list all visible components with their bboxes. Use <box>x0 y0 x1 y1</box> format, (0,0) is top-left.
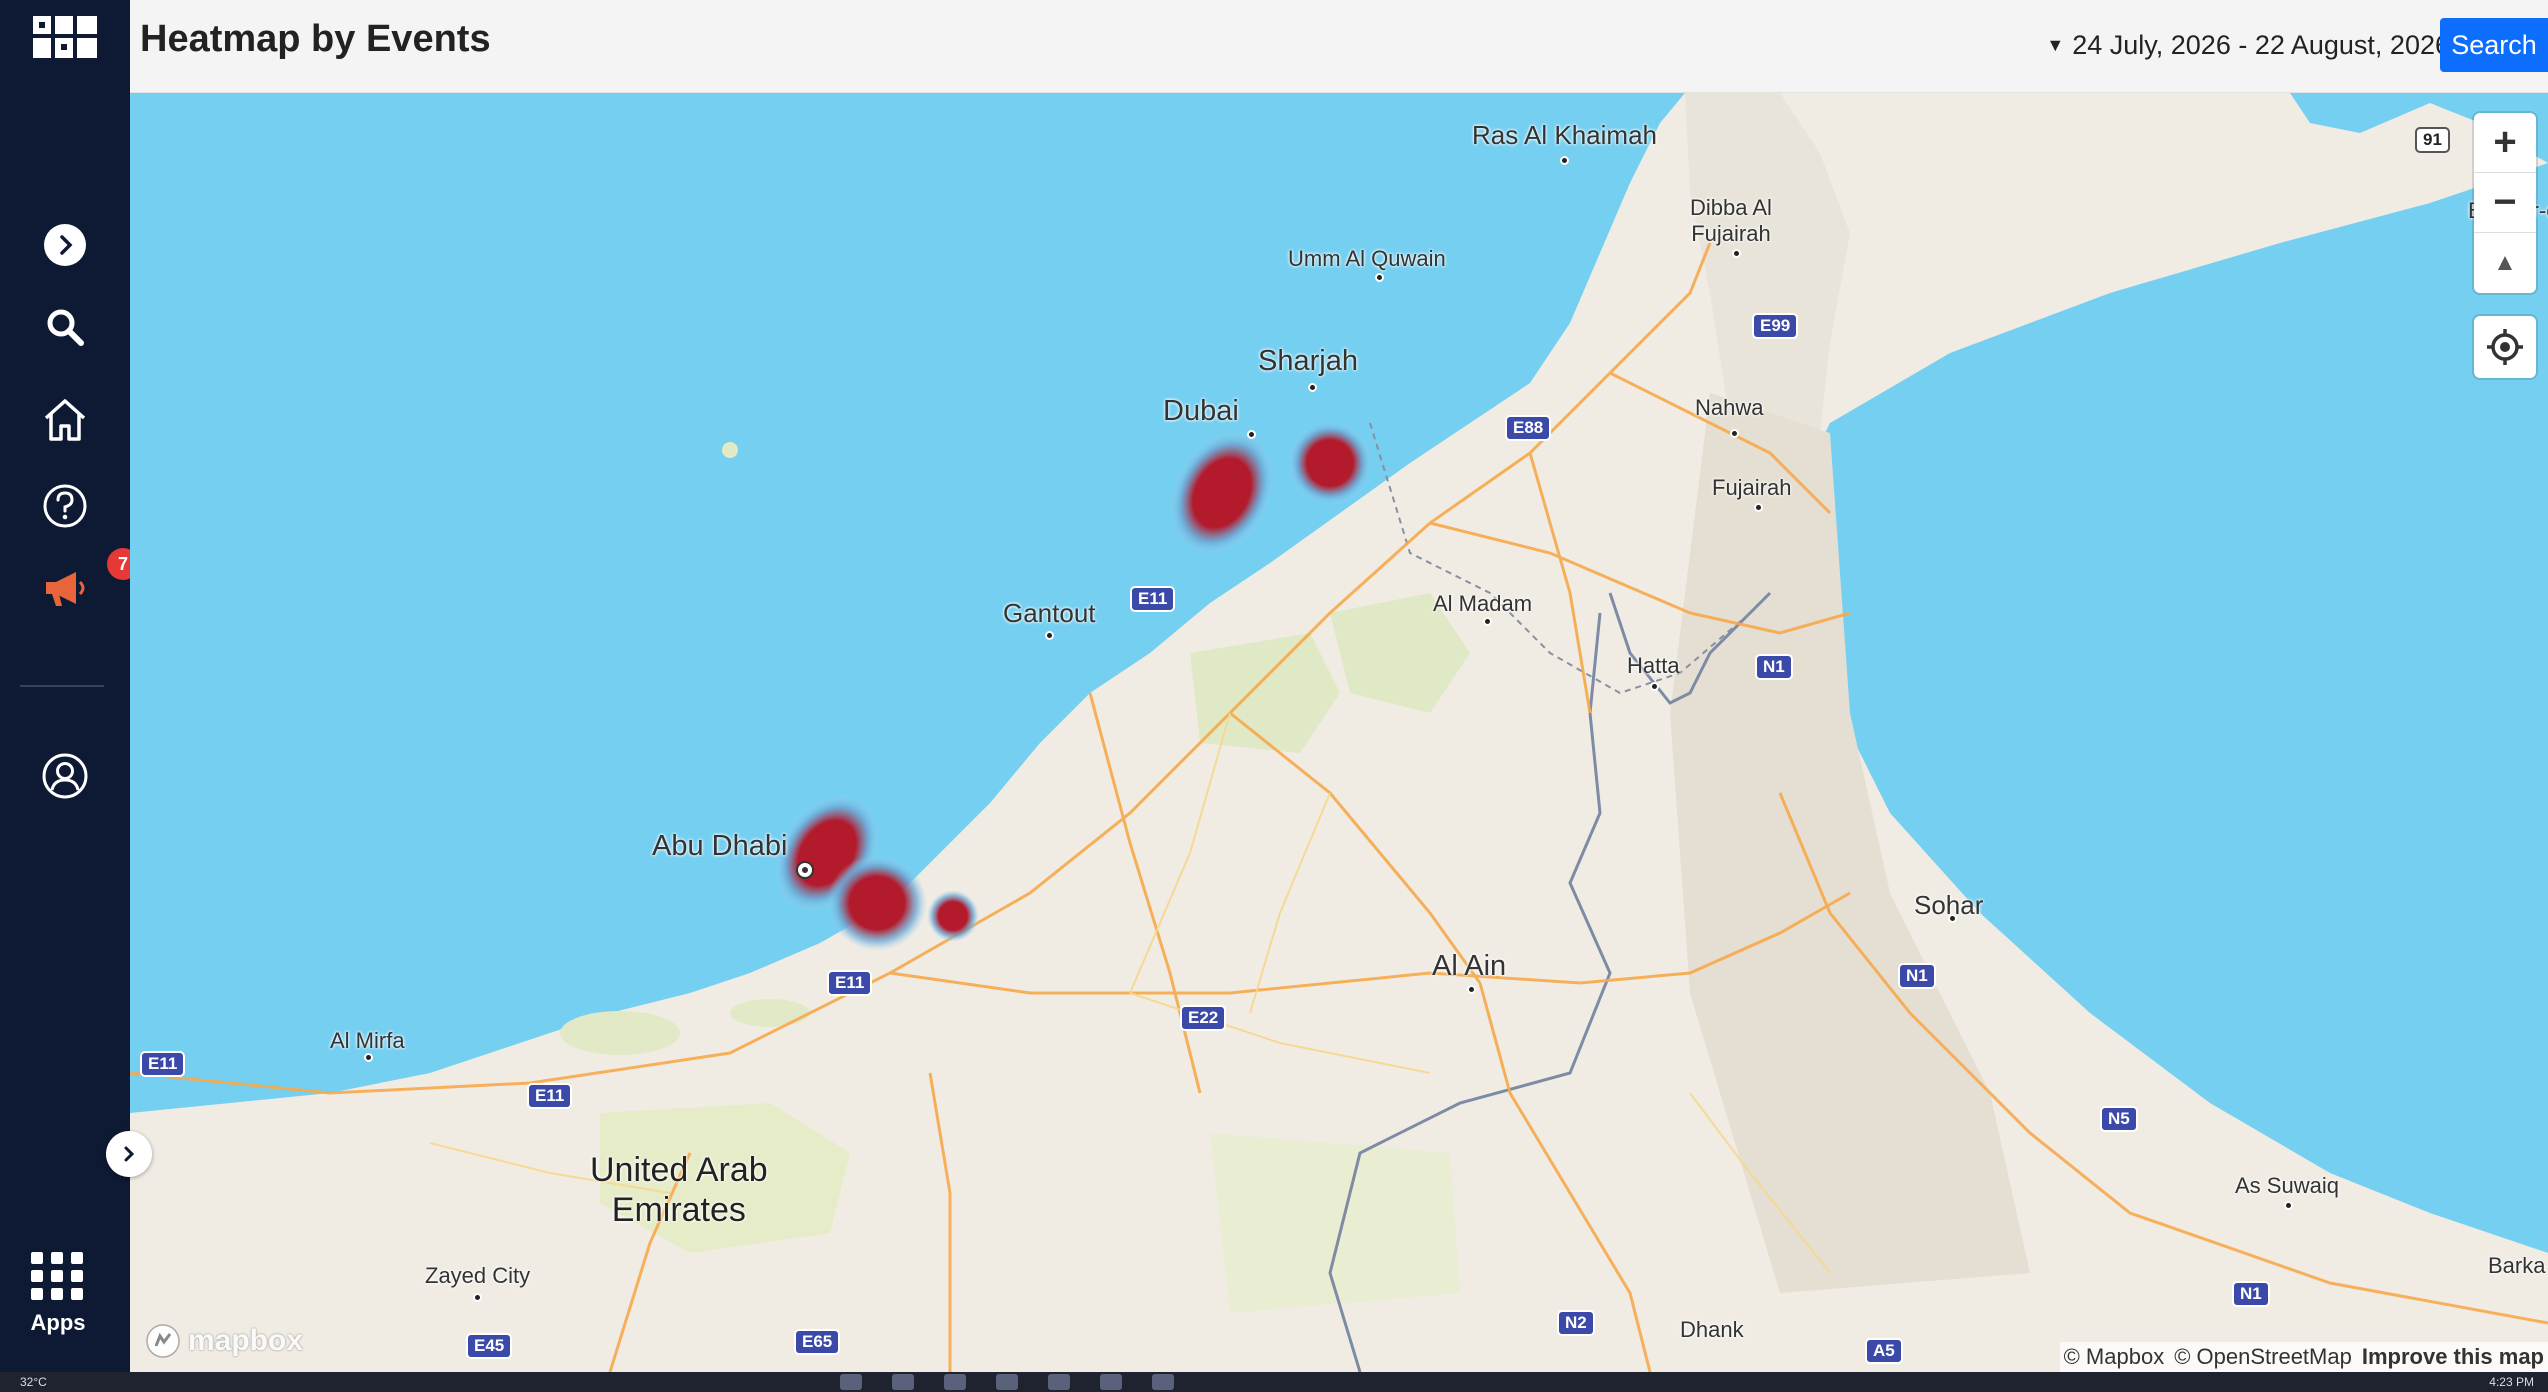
zoom-out-button[interactable]: − <box>2474 173 2536 233</box>
zoom-control: + − ▲ <box>2474 113 2536 293</box>
city-dot <box>1247 430 1256 439</box>
label-zayed-city: Zayed City <box>425 1263 531 1288</box>
label-gantout: Gantout <box>1003 598 1096 628</box>
date-range-text: 24 July, 2026 - 22 August, 2026 <box>2072 30 2450 60</box>
label-nahwa: Nahwa <box>1695 395 1764 420</box>
city-dot <box>1483 617 1492 626</box>
map-attribution: © Mapbox © OpenStreetMap Improve this ma… <box>2059 1342 2548 1372</box>
road-shield: E11 <box>140 1051 186 1077</box>
label-sohar: Sohar <box>1914 890 1984 920</box>
city-dot <box>1308 383 1317 392</box>
label-umm-al-quwain: Umm Al Quwain <box>1288 246 1446 271</box>
taskbar-clock[interactable]: 4:23 PM <box>2489 1375 2534 1389</box>
mapbox-logo[interactable]: mapbox <box>144 1322 303 1360</box>
page-title: Heatmap by Events <box>140 18 491 60</box>
app-root: 7 Apps Heatmap by Events ▼ 24 July, 2026… <box>0 0 2548 1392</box>
taskbar-start-icon[interactable] <box>840 1374 862 1390</box>
road-shield: E22 <box>1180 1005 1227 1031</box>
crosshair-icon <box>2487 329 2523 365</box>
road-shield: A5 <box>1865 1338 1903 1364</box>
road-shield: E11 <box>527 1083 573 1109</box>
road-shield: E45 <box>466 1333 513 1359</box>
city-dot <box>1045 631 1054 640</box>
label-barka: Barka <box>2488 1253 2546 1278</box>
date-range-picker[interactable]: ▼ 24 July, 2026 - 22 August, 2026 <box>2046 30 2450 61</box>
taskbar-search-icon[interactable] <box>892 1374 914 1390</box>
map-base-layer <box>130 93 2548 1372</box>
label-ras-al-khaimah: Ras Al Khaimah <box>1472 120 1657 150</box>
taskbar-app-icon[interactable] <box>944 1374 966 1390</box>
road-shield: N1 <box>1898 963 1936 989</box>
label-as-suwaiq: As Suwaiq <box>2235 1173 2339 1198</box>
label-dibba: Dibba Al Fujairah <box>1690 195 1772 246</box>
compass-button[interactable]: ▲ <box>2474 233 2536 293</box>
label-al-ain: Al Ain <box>1432 950 1507 982</box>
city-dot <box>1730 429 1739 438</box>
os-taskbar: 32°C 4:23 PM <box>0 1372 2548 1392</box>
label-sharjah: Sharjah <box>1258 345 1358 377</box>
label-dubai: Dubai <box>1163 395 1239 427</box>
label-abu-dhabi: Abu Dhabi <box>652 830 788 862</box>
improve-map-link[interactable]: Improve this map <box>2362 1344 2544 1370</box>
label-al-madam: Al Madam <box>1433 591 1533 616</box>
attribution-mapbox[interactable]: © Mapbox <box>2064 1344 2165 1370</box>
mapbox-icon <box>146 1324 180 1358</box>
road-shield: E11 <box>1130 586 1176 612</box>
label-fujairah: Fujairah <box>1712 475 1792 500</box>
chevron-right-icon <box>124 1146 135 1162</box>
taskbar-app-icon[interactable] <box>1048 1374 1070 1390</box>
road-shield: E99 <box>1752 313 1799 339</box>
road-shield: E65 <box>794 1329 841 1355</box>
taskbar-app-icon[interactable] <box>1152 1374 1174 1390</box>
taskbar-weather[interactable]: 32°C <box>20 1375 47 1389</box>
home-icon[interactable] <box>0 394 130 446</box>
label-dhank: Dhank <box>1680 1317 1744 1342</box>
help-icon[interactable] <box>0 480 130 532</box>
search-button[interactable]: Search <box>2440 18 2548 72</box>
zoom-in-button[interactable]: + <box>2474 113 2536 173</box>
road-shield: E88 <box>1505 415 1552 441</box>
taskbar-app-icon[interactable] <box>1100 1374 1122 1390</box>
logo-grid-icon[interactable] <box>0 12 130 64</box>
expand-arrow-icon[interactable] <box>0 222 130 268</box>
city-dot <box>1732 249 1741 258</box>
mapbox-logo-text: mapbox <box>188 1324 304 1357</box>
taskbar-app-icons <box>840 1374 1174 1390</box>
attribution-osm[interactable]: © OpenStreetMap <box>2174 1344 2352 1370</box>
city-dot <box>1754 503 1763 512</box>
road-shield: N2 <box>1557 1310 1595 1336</box>
city-dot <box>1467 985 1476 994</box>
apps-grid-icon[interactable] <box>0 1248 116 1304</box>
road-shield: N1 <box>2232 1281 2270 1307</box>
city-dot <box>1650 682 1659 691</box>
road-shield: E11 <box>827 970 873 996</box>
road-shield: N5 <box>2100 1106 2138 1132</box>
taskbar-app-icon[interactable] <box>996 1374 1018 1390</box>
search-icon[interactable] <box>0 304 130 350</box>
label-country: United Arab Emirates <box>590 1151 768 1229</box>
city-dot <box>1560 156 1569 165</box>
label-al-mirfa: Al Mirfa <box>330 1028 405 1053</box>
sidebar-collapse-toggle[interactable] <box>106 1131 152 1177</box>
caret-down-icon: ▼ <box>2046 35 2065 55</box>
heatmap-map[interactable]: Ras Al Khaimah Dibba Al Fujairah Umm Al … <box>130 93 2548 1372</box>
geolocate-button[interactable] <box>2474 316 2536 378</box>
sidebar-divider <box>20 685 104 687</box>
user-profile-icon[interactable] <box>0 748 130 804</box>
page-header: Heatmap by Events ▼ 24 July, 2026 - 22 A… <box>130 0 2548 93</box>
label-hatta: Hatta <box>1627 653 1680 678</box>
apps-label[interactable]: Apps <box>0 1310 116 1336</box>
city-dot <box>473 1293 482 1302</box>
city-dot <box>1375 273 1384 282</box>
road-shield: N1 <box>1755 654 1793 680</box>
road-shield: 91 <box>2415 127 2450 153</box>
city-dot <box>364 1053 373 1062</box>
city-dot <box>2284 1201 2293 1210</box>
